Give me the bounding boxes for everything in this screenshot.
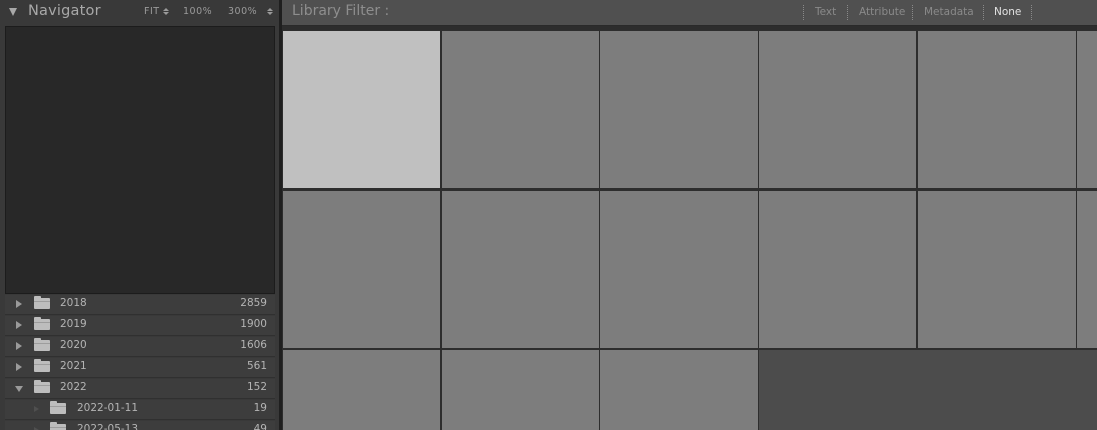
filter-separator <box>983 5 984 20</box>
zoom-300-label: 300% <box>228 6 258 17</box>
folder-row-2022-05-13[interactable]: 2022-05-13 49 <box>5 421 275 430</box>
up-down-arrows-icon <box>162 7 169 16</box>
thumbnail-cell[interactable] <box>759 191 916 348</box>
thumbnail-cell[interactable] <box>600 191 758 348</box>
expand-triangle-icon[interactable] <box>16 321 22 329</box>
navigator-preview[interactable] <box>5 26 275 294</box>
thumbnail-cell[interactable] <box>600 350 758 430</box>
folder-name: 2022 <box>60 381 87 393</box>
filter-separator <box>803 5 804 20</box>
folder-row-2020[interactable]: 2020 1606 <box>5 337 275 357</box>
folder-row-2018[interactable]: 2018 2859 <box>5 295 275 315</box>
folder-row-2019[interactable]: 2019 1900 <box>5 316 275 336</box>
filter-none-option[interactable]: None <box>994 6 1021 18</box>
expand-triangle-icon[interactable] <box>16 342 22 350</box>
thumbnail-cell[interactable] <box>600 31 758 188</box>
filter-metadata-option[interactable]: Metadata <box>924 6 974 18</box>
thumbnail-grid <box>282 26 1097 430</box>
expand-triangle-icon[interactable] <box>16 300 22 308</box>
thumbnail-cell[interactable] <box>442 191 599 348</box>
folder-count: 1606 <box>240 339 267 351</box>
folder-count: 49 <box>253 423 267 430</box>
thumbnail-cell[interactable] <box>283 191 440 348</box>
thumbnail-cell[interactable] <box>1077 31 1097 188</box>
thumbnail-cell[interactable] <box>283 350 440 430</box>
navigator-header[interactable]: Navigator FIT 100% 300% <box>0 0 279 24</box>
thumbnail-cell[interactable] <box>918 191 1076 348</box>
folder-name: 2018 <box>60 297 87 309</box>
library-filter-title: Library Filter : <box>292 3 390 19</box>
expand-triangle-icon[interactable] <box>16 363 22 371</box>
zoom-100-label: 100% <box>183 6 213 17</box>
filter-text-option[interactable]: Text <box>815 6 836 18</box>
collapse-triangle-icon[interactable] <box>15 386 23 392</box>
folder-count: 152 <box>246 381 267 393</box>
thumbnail-cell[interactable] <box>1077 191 1097 348</box>
filter-separator <box>847 5 848 20</box>
thumbnail-cell[interactable] <box>442 31 599 188</box>
left-panel: Navigator FIT 100% 300% 2018 2859 2019 1… <box>0 0 279 430</box>
folder-icon <box>50 422 66 430</box>
folder-icon <box>34 317 50 330</box>
thumbnail-cell[interactable] <box>918 31 1076 188</box>
thumbnail-cell[interactable] <box>442 350 599 430</box>
folder-icon <box>50 401 66 414</box>
zoom-fit-label: FIT <box>144 6 160 17</box>
folder-count: 1900 <box>240 318 267 330</box>
filter-separator <box>912 5 913 20</box>
thumbnail-cell[interactable] <box>759 31 916 188</box>
folder-icon <box>34 380 50 393</box>
zoom-100-button[interactable]: 100% <box>183 6 212 17</box>
collapse-triangle-icon[interactable] <box>9 8 17 16</box>
library-filter-bar: Library Filter : Text Attribute Metadata… <box>282 0 1097 26</box>
folder-name: 2021 <box>60 360 87 372</box>
folder-count: 561 <box>246 360 267 372</box>
folder-row-2022-01-11[interactable]: 2022-01-11 19 <box>5 400 275 420</box>
zoom-fit-button[interactable]: FIT <box>144 6 169 17</box>
folder-row-2021[interactable]: 2021 561 <box>5 358 275 378</box>
folder-count: 2859 <box>240 297 267 309</box>
folder-icon <box>34 338 50 351</box>
thumbnail-cell[interactable] <box>283 31 440 188</box>
folder-list: 2018 2859 2019 1900 2020 1606 2021 561 2… <box>5 295 275 430</box>
folder-icon <box>34 359 50 372</box>
filter-attribute-option[interactable]: Attribute <box>859 6 905 18</box>
folder-name: 2019 <box>60 318 87 330</box>
grid-empty-area <box>759 350 1097 430</box>
folder-row-2022[interactable]: 2022 152 <box>5 379 275 399</box>
zoom-300-button[interactable]: 300% <box>228 6 274 17</box>
up-down-arrows-icon <box>267 7 274 16</box>
expand-triangle-icon[interactable] <box>34 406 39 412</box>
folder-name: 2022-05-13 <box>77 423 139 430</box>
folder-count: 19 <box>253 402 267 414</box>
folder-icon <box>34 296 50 309</box>
folder-name: 2020 <box>60 339 87 351</box>
folder-name: 2022-01-11 <box>77 402 139 414</box>
navigator-title: Navigator <box>28 3 101 19</box>
filter-separator <box>1031 5 1032 20</box>
